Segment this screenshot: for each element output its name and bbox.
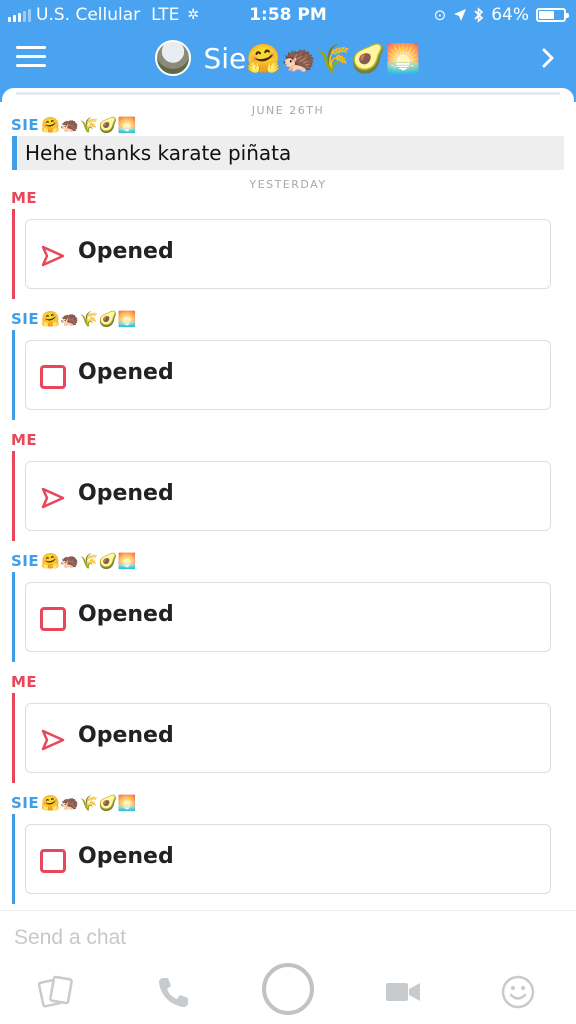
- snap-opened-card[interactable]: Opened: [25, 703, 551, 773]
- orientation-lock-icon: ⊙: [433, 6, 447, 24]
- chat-thread[interactable]: JUNE 26TH SIE 🤗🦔🌾🥑🌅 Hehe thanks karate p…: [2, 88, 574, 910]
- snap-opened-card[interactable]: Opened: [25, 219, 551, 289]
- sender-name: ME: [11, 431, 38, 449]
- chat-composer: [0, 910, 576, 1024]
- message-bar: [12, 572, 15, 662]
- sender-emoji: 🤗🦔🌾🥑🌅: [41, 115, 138, 134]
- received-square-icon: [40, 849, 66, 873]
- sender-name: ME: [11, 189, 38, 207]
- received-square-icon: [40, 365, 66, 389]
- sender-emoji: 🤗🦔🌾🥑🌅: [41, 551, 138, 570]
- location-arrow-icon: [454, 9, 467, 21]
- bluetooth-icon: [474, 7, 484, 23]
- sender-emoji: 🤗🦔🌾🥑🌅: [41, 793, 138, 812]
- chat-header: Sie🤗🦔🌾🥑🌅: [0, 34, 576, 84]
- sender-name: SIE: [11, 794, 40, 812]
- sender-label: SIE 🤗🦔🌾🥑🌅: [11, 794, 137, 812]
- message-bar: [12, 693, 15, 783]
- phone-icon[interactable]: [154, 973, 192, 1011]
- snap-status: Opened: [78, 481, 174, 506]
- status-bar: U.S. Cellular LTE ✲ 1:58 PM ⊙ 64%: [0, 0, 576, 30]
- battery-percent: 64%: [491, 5, 529, 25]
- capture-button[interactable]: [262, 963, 314, 1015]
- avatar[interactable]: [155, 40, 192, 76]
- received-square-icon: [40, 607, 66, 631]
- video-icon[interactable]: [384, 973, 422, 1011]
- sent-arrow-icon: [41, 729, 65, 751]
- sent-arrow-icon: [41, 487, 65, 509]
- sender-label: SIE 🤗🦔🌾🥑🌅: [11, 116, 137, 134]
- snap-status: Opened: [78, 239, 174, 264]
- message-bar: [12, 814, 15, 904]
- scroll-edge: [16, 92, 560, 95]
- composer-actions: [0, 959, 576, 1023]
- sender-emoji: 🤗🦔🌾🥑🌅: [41, 309, 138, 328]
- chat-input[interactable]: [14, 921, 554, 955]
- sender-label: SIE 🤗🦔🌾🥑🌅: [11, 310, 137, 328]
- battery-icon: [536, 8, 569, 22]
- top-bar: U.S. Cellular LTE ✲ 1:58 PM ⊙ 64% Sie🤗🦔🌾…: [0, 0, 576, 102]
- sender-label: ME: [11, 673, 37, 691]
- snap-opened-card[interactable]: Opened: [25, 582, 551, 652]
- sender-name: ME: [11, 673, 38, 691]
- text-message[interactable]: Hehe thanks karate piñata: [12, 136, 564, 170]
- sender-name: SIE: [11, 116, 40, 134]
- snap-status: Opened: [78, 723, 174, 748]
- sender-label: ME: [11, 431, 37, 449]
- sender-label: ME: [11, 189, 37, 207]
- memories-icon[interactable]: [38, 973, 76, 1011]
- chat-title[interactable]: Sie🤗🦔🌾🥑🌅: [203, 42, 420, 75]
- snap-opened-card[interactable]: Opened: [25, 824, 551, 894]
- message-bar: [12, 330, 15, 420]
- snap-opened-card[interactable]: Opened: [25, 340, 551, 410]
- sender-name: SIE: [11, 310, 40, 328]
- date-divider: YESTERDAY: [249, 178, 327, 191]
- snap-status: Opened: [78, 602, 174, 627]
- message-bar: [12, 451, 15, 541]
- snap-opened-card[interactable]: Opened: [25, 461, 551, 531]
- snap-status: Opened: [78, 844, 174, 869]
- snap-status: Opened: [78, 360, 174, 385]
- message-bar: [12, 209, 15, 299]
- sent-arrow-icon: [41, 245, 65, 267]
- sender-name: SIE: [11, 552, 40, 570]
- chevron-right-icon[interactable]: [540, 48, 556, 68]
- smiley-icon[interactable]: [499, 973, 537, 1011]
- sender-label: SIE 🤗🦔🌾🥑🌅: [11, 552, 137, 570]
